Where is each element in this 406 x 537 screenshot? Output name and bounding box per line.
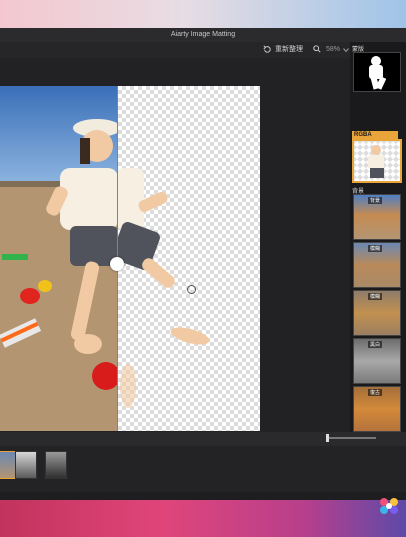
- filter-label: 黑白: [368, 341, 383, 348]
- search-icon[interactable]: [313, 45, 321, 53]
- mask-thumbnail[interactable]: [353, 52, 401, 92]
- filter-thumbnail-5[interactable]: 復古: [353, 386, 401, 432]
- zoom-level[interactable]: 58%: [326, 45, 340, 55]
- filter-thumbnail-2[interactable]: 模糊: [353, 242, 401, 288]
- refresh-button[interactable]: 重新整理: [275, 45, 303, 55]
- filter-thumbnail-1[interactable]: 背景: [353, 194, 401, 240]
- filter-thumbnail-4[interactable]: 黑白: [353, 338, 401, 384]
- filmstrip-thumbnail-2[interactable]: [15, 451, 37, 479]
- side-panel: 蒙版 RGBA 背景 背景 模糊 模糊 黑白 復古: [350, 42, 406, 432]
- matted-subject: [118, 168, 210, 408]
- filter-label: 背景: [368, 197, 383, 204]
- undo-icon[interactable]: [263, 45, 271, 53]
- desktop-wallpaper-top: [0, 0, 406, 30]
- app-window: Aiarty Image Matting 重新整理 58% 蒙版 RGBA 背景…: [0, 28, 406, 502]
- filter-label: 復古: [368, 389, 383, 396]
- rgba-thumbnail[interactable]: [352, 139, 402, 183]
- filter-label: 模糊: [368, 293, 383, 300]
- toolbar: 重新整理 58%: [0, 42, 406, 58]
- split-handle[interactable]: [110, 257, 124, 271]
- original-photo: [0, 86, 118, 431]
- status-bar: [0, 432, 406, 446]
- filter-thumbnail-3[interactable]: 模糊: [353, 290, 401, 336]
- desktop-wallpaper-bottom: [0, 500, 406, 537]
- app-dock-icon[interactable]: [378, 496, 400, 516]
- zoom-slider-handle[interactable]: [326, 434, 329, 442]
- filmstrip: [0, 446, 406, 492]
- cursor-indicator: [187, 285, 196, 294]
- zoom-slider[interactable]: [326, 437, 376, 439]
- filmstrip-thumbnail-3[interactable]: [45, 451, 67, 479]
- window-title: Aiarty Image Matting: [0, 28, 406, 42]
- chevron-down-icon[interactable]: [343, 47, 349, 53]
- filter-label: 模糊: [368, 245, 383, 252]
- rgba-badge: RGBA: [352, 131, 398, 139]
- canvas-area[interactable]: [0, 58, 350, 432]
